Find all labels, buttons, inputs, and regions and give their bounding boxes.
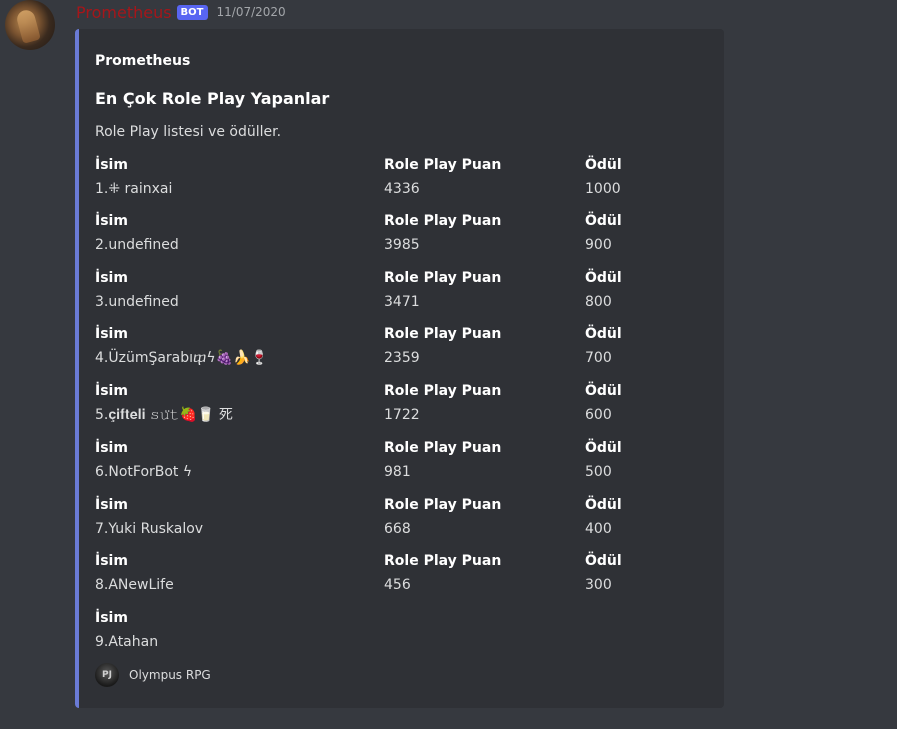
field-label: İsim: [95, 270, 128, 286]
player-name: 3.undefined: [95, 294, 179, 310]
player-reward: 500: [585, 464, 612, 480]
message-timestamp[interactable]: 11/07/2020: [217, 5, 286, 19]
author-username[interactable]: Prometheus: [76, 3, 172, 22]
name-field: İsim 8.ANewLife: [95, 551, 174, 595]
server-logo-icon: PJ: [95, 663, 119, 687]
leaderboard-row: İsim 4.ÜzümŞarabıⴔϟ🍇🍌🍷 Role Play Puan 2359…: [95, 324, 715, 374]
reward-field: Ödül 1000: [585, 155, 622, 199]
player-name: 5.𝐜̧𝐢𝐟𝐭𝐞𝐥𝐢 𝚜𝚞̈𝚝🍓🥛 死: [95, 407, 233, 423]
field-label: Role Play Puan: [384, 553, 502, 569]
embed-title: En Çok Role Play Yapanlar: [95, 89, 330, 108]
leaderboard-row: İsim 8.ANewLife Role Play Puan 456 Ödül 300: [95, 551, 715, 601]
player-points: 4336: [384, 181, 420, 197]
points-field: Role Play Puan 456: [384, 551, 501, 595]
field-label: Ödül: [585, 157, 622, 173]
field-label: İsim: [95, 326, 128, 342]
field-label: Role Play Puan: [384, 440, 502, 456]
field-label: Role Play Puan: [384, 383, 502, 399]
leaderboard-row: İsim 3.undefined Role Play Puan 3471 Ödül 8…: [95, 268, 715, 318]
points-field: Role Play Puan 4336: [384, 155, 501, 199]
reward-field: Ödül 700: [585, 324, 622, 368]
name-field: İsim 6.NotForBot ϟ: [95, 438, 192, 482]
field-label: İsim: [95, 440, 128, 456]
field-label: Role Play Puan: [384, 497, 502, 513]
embed-author: Prometheus: [95, 53, 191, 69]
embed-footer: PJ Olympus RPG: [95, 663, 211, 687]
player-points: 3985: [384, 237, 420, 253]
bot-tag: BOT: [176, 4, 208, 20]
points-field: Role Play Puan 981: [384, 438, 501, 482]
player-points: 2359: [384, 350, 420, 366]
points-field: Role Play Puan 2359: [384, 324, 501, 368]
name-field: İsim 5.𝐜̧𝐢𝐟𝐭𝐞𝐥𝐢 𝚜𝚞̈𝚝🍓🥛 死: [95, 381, 233, 425]
player-reward: 300: [585, 577, 612, 593]
message-header: Prometheus BOT 11/07/2020: [76, 0, 286, 24]
reward-field: Ödül 800: [585, 268, 622, 312]
field-label: İsim: [95, 610, 128, 626]
player-reward: 600: [585, 407, 612, 423]
player-points: 1722: [384, 407, 420, 423]
reward-field: Ödül 400: [585, 495, 622, 539]
player-reward: 700: [585, 350, 612, 366]
field-label: İsim: [95, 213, 128, 229]
field-label: Ödül: [585, 383, 622, 399]
field-label: İsim: [95, 497, 128, 513]
points-field: Role Play Puan 3985: [384, 211, 501, 255]
field-label: Ödül: [585, 553, 622, 569]
points-field: Role Play Puan 1722: [384, 381, 501, 425]
leaderboard-row: İsim 1.⁜ rainxai Role Play Puan 4336 Ödül 1…: [95, 155, 715, 205]
player-points: 668: [384, 521, 411, 537]
player-name: 9.Atahan: [95, 634, 159, 650]
embed-description: Role Play listesi ve ödüller.: [95, 124, 282, 140]
player-reward: 1000: [585, 181, 621, 197]
field-label: Ödül: [585, 440, 622, 456]
player-reward: 400: [585, 521, 612, 537]
leaderboard-row: İsim 9.Atahan: [95, 608, 715, 658]
player-reward: 800: [585, 294, 612, 310]
name-field: İsim 1.⁜ rainxai: [95, 155, 172, 199]
points-field: Role Play Puan 3471: [384, 268, 501, 312]
name-field: İsim 3.undefined: [95, 268, 179, 312]
field-label: Ödül: [585, 497, 622, 513]
field-label: Ödül: [585, 213, 622, 229]
field-label: Role Play Puan: [384, 326, 502, 342]
field-label: İsim: [95, 157, 128, 173]
field-label: İsim: [95, 553, 128, 569]
leaderboard-row: İsim 7.Yuki Ruskalov Role Play Puan 668 Öd…: [95, 495, 715, 545]
player-name: 4.ÜzümŞarabıⴔϟ🍇🍌🍷: [95, 350, 268, 366]
name-field: İsim 9.Atahan: [95, 608, 158, 652]
field-label: Ödül: [585, 326, 622, 342]
field-label: Ödül: [585, 270, 622, 286]
leaderboard-row: İsim 6.NotForBot ϟ Role Play Puan 981 Ödül…: [95, 438, 715, 488]
player-reward: 900: [585, 237, 612, 253]
player-points: 981: [384, 464, 411, 480]
name-field: İsim 4.ÜzümŞarabıⴔϟ🍇🍌🍷: [95, 324, 268, 368]
points-field: Role Play Puan 668: [384, 495, 501, 539]
bot-avatar[interactable]: [5, 0, 55, 50]
leaderboard-row: İsim 5.𝐜̧𝐢𝐟𝐭𝐞𝐥𝐢 𝚜𝚞̈𝚝🍓🥛 死 Role Play Puan 17…: [95, 381, 715, 431]
player-name: 8.ANewLife: [95, 577, 174, 593]
reward-field: Ödül 600: [585, 381, 622, 425]
player-name: 7.Yuki Ruskalov: [95, 521, 204, 537]
field-label: İsim: [95, 383, 128, 399]
player-name: 6.NotForBot ϟ: [95, 464, 193, 480]
player-points: 3471: [384, 294, 420, 310]
avatar-figure: [15, 8, 41, 44]
player-name: 2.undefined: [95, 237, 179, 253]
player-points: 456: [384, 577, 411, 593]
field-label: Role Play Puan: [384, 157, 502, 173]
reward-field: Ödül 300: [585, 551, 622, 595]
name-field: İsim 7.Yuki Ruskalov: [95, 495, 203, 539]
leaderboard-row: İsim 2.undefined Role Play Puan 3985 Ödül 9…: [95, 211, 715, 261]
reward-field: Ödül 500: [585, 438, 622, 482]
player-name: 1.⁜ rainxai: [95, 181, 173, 197]
field-label: Role Play Puan: [384, 270, 502, 286]
field-label: Role Play Puan: [384, 213, 502, 229]
leaderboard-embed: Prometheus En Çok Role Play Yapanlar Rol…: [75, 29, 724, 708]
reward-field: Ödül 900: [585, 211, 622, 255]
name-field: İsim 2.undefined: [95, 211, 179, 255]
footer-text: Olympus RPG: [129, 668, 211, 682]
